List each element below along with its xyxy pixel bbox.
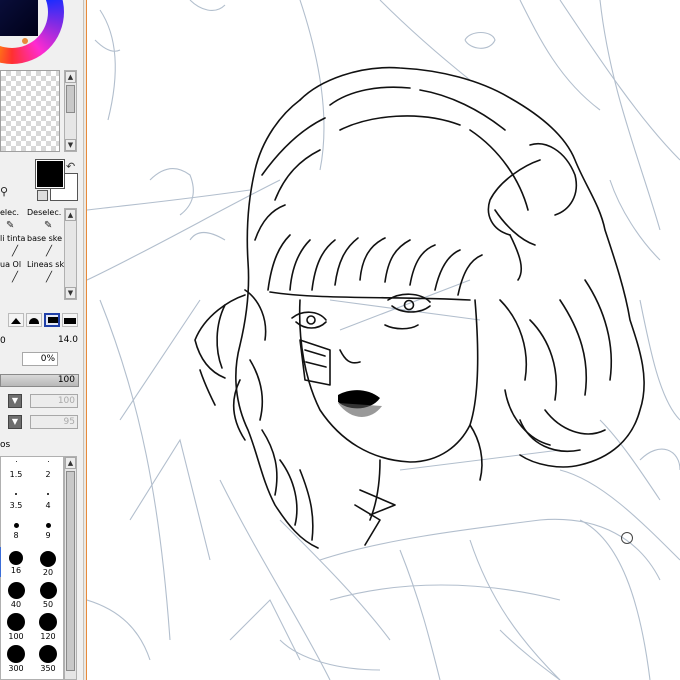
scroll-up-icon[interactable]: ▲	[65, 71, 76, 83]
brush-panel-label: os	[0, 440, 11, 450]
color-picker-handle[interactable]	[22, 38, 28, 44]
blend-dropdown-2-icon[interactable]: ▼	[8, 415, 22, 429]
brush-scroll-thumb[interactable]	[66, 471, 75, 671]
swap-colors-icon[interactable]: ↶	[66, 160, 75, 173]
brush-size-panel: 1.5 2 3.5 4 8 9 16 20 40 50 100 120 300 …	[0, 456, 64, 680]
layer-base-sketch-label[interactable]: base ske	[27, 234, 62, 243]
shape-option-4[interactable]	[62, 313, 78, 327]
tool-panel: ▲ ▼ ↶ ⚲ elec. Deselec. ✎ ✎ li tinta base…	[0, 0, 83, 680]
brush-size-field[interactable]: 14.0	[34, 334, 80, 348]
brush-shape-selector	[2, 311, 80, 329]
tools-scroll-down-icon[interactable]: ▼	[65, 287, 76, 299]
blend-dropdown-1-icon[interactable]: ▼	[8, 394, 22, 408]
brush-scroll-up-icon[interactable]: ▲	[65, 457, 76, 469]
tool-select-label[interactable]: elec.	[0, 208, 19, 217]
tools-scrollbar[interactable]: ▲ ▼	[64, 208, 77, 300]
blend-value-1[interactable]: 100	[30, 394, 78, 408]
brush-panel-scrollbar[interactable]: ▲	[64, 456, 77, 680]
layer-water-label[interactable]: ua Ol	[0, 260, 21, 269]
brush-size-cell[interactable]: 16	[3, 551, 29, 575]
lips-shadow	[338, 403, 382, 417]
brush-size-cell[interactable]: 100	[3, 613, 29, 641]
water-brush-icon[interactable]: ╱	[12, 272, 18, 283]
brush-size-cell[interactable]: 8	[3, 523, 29, 540]
color-scrollbar[interactable]: ▲ ▼	[64, 70, 77, 152]
min-size-field[interactable]: 0%	[22, 352, 58, 366]
brush-size-cell[interactable]: 40	[3, 582, 29, 609]
brush-size-cell[interactable]: 300	[3, 645, 29, 673]
brush-size-cell[interactable]: 50	[35, 582, 61, 609]
blend-value-2[interactable]: 95	[30, 415, 78, 429]
sketch-layer	[87, 0, 680, 680]
selection-pen-icon[interactable]: ✎	[6, 220, 14, 231]
shape-option-3[interactable]	[44, 313, 60, 327]
sketch-brush-icon[interactable]: ╱	[46, 246, 52, 257]
layer-ink-label[interactable]: li tinta	[0, 234, 25, 243]
artwork	[87, 0, 680, 680]
brush-size-cell[interactable]: 4	[35, 493, 61, 510]
brush-size-cell[interactable]: 9	[35, 523, 61, 540]
shape-option-1[interactable]	[8, 313, 24, 327]
shape-option-2[interactable]	[26, 313, 42, 327]
brush-size-cell[interactable]: 20	[35, 551, 61, 577]
brush-size-cell[interactable]: 3.5	[3, 493, 29, 510]
drawing-canvas[interactable]	[87, 0, 680, 680]
scroll-down-icon[interactable]: ▼	[65, 139, 76, 151]
foreground-color-swatch[interactable]	[35, 159, 65, 189]
tool-grid: elec. Deselec. ✎ ✎ li tinta base ske ╱ ╱…	[0, 208, 64, 286]
brush-size-cell[interactable]: 1.5	[3, 461, 29, 479]
selected-brush-marker	[0, 547, 1, 577]
brush-size-cell[interactable]: 2	[35, 461, 61, 479]
tool-deselect-label[interactable]: Deselec.	[27, 208, 61, 217]
brush-size-cell[interactable]: 350	[35, 645, 61, 673]
ink-brush-icon[interactable]: ╱	[12, 246, 18, 257]
scroll-thumb[interactable]	[66, 85, 75, 113]
eyedropper-icon[interactable]: ⚲	[0, 185, 8, 198]
tools-scroll-up-icon[interactable]: ▲	[65, 209, 76, 221]
brush-size-cell[interactable]: 120	[35, 613, 61, 641]
deselect-pen-icon[interactable]: ✎	[44, 220, 52, 231]
size-left-value: 0	[0, 336, 6, 346]
layer-lines-sketch-label[interactable]: Lineas sk	[27, 260, 64, 269]
color-preview-area[interactable]	[0, 70, 60, 152]
density-slider[interactable]: 100	[0, 374, 79, 387]
reset-colors-icon[interactable]	[37, 190, 48, 201]
lines-brush-icon[interactable]: ╱	[46, 272, 52, 283]
color-square[interactable]	[0, 0, 38, 36]
